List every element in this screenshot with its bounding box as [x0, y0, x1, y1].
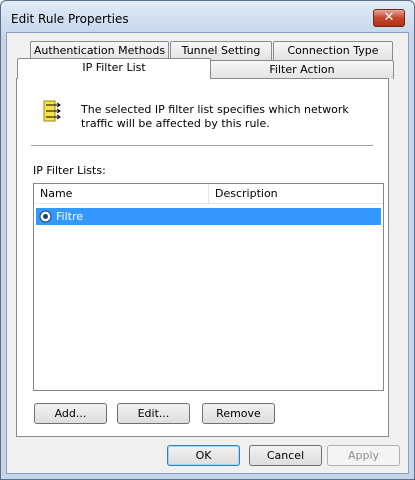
panel-description: The selected IP filter list specifies wh… [81, 103, 349, 130]
list-header: Name Description [34, 184, 383, 204]
list-item[interactable]: Filtre [36, 208, 381, 225]
title-bar[interactable]: Edit Rule Properties ✕ [1, 1, 414, 33]
column-header-description[interactable]: Description [209, 184, 383, 204]
tab-label: Authentication Methods [33, 44, 166, 57]
tab-label: Filter Action [269, 63, 335, 76]
ip-filter-lists-label: IP Filter Lists: [33, 164, 106, 177]
filter-name: Filtre [56, 210, 84, 223]
add-button[interactable]: Add... [34, 403, 107, 424]
tab-label: IP Filter List [82, 61, 146, 74]
tab-filter-action[interactable]: Filter Action [210, 60, 394, 79]
ok-button[interactable]: OK [167, 445, 240, 466]
ip-filter-list-icon [43, 100, 61, 122]
tab-panel-ip-filter-list: The selected IP filter list specifies wh… [16, 78, 389, 437]
tab-label: Tunnel Setting [181, 44, 261, 57]
tab-connection-type[interactable]: Connection Type [273, 41, 393, 60]
dialog-window: Edit Rule Properties ✕ Authentication Me… [0, 0, 415, 480]
ip-filter-list-view[interactable]: Name Description Filtre [33, 183, 384, 391]
apply-button[interactable]: Apply [327, 445, 400, 466]
remove-button[interactable]: Remove [202, 403, 275, 424]
separator [31, 145, 373, 146]
cancel-button[interactable]: Cancel [249, 445, 322, 466]
edit-button[interactable]: Edit... [117, 403, 190, 424]
column-header-name[interactable]: Name [34, 184, 209, 204]
dialog-client-area: Authentication Methods Tunnel Setting Co… [6, 32, 409, 474]
close-icon: ✕ [383, 10, 395, 25]
radio-selected-icon[interactable] [39, 210, 52, 223]
close-button[interactable]: ✕ [373, 9, 405, 27]
window-title: Edit Rule Properties [11, 12, 129, 26]
tab-ip-filter-list[interactable]: IP Filter List [17, 58, 211, 79]
tab-label: Connection Type [287, 44, 379, 57]
